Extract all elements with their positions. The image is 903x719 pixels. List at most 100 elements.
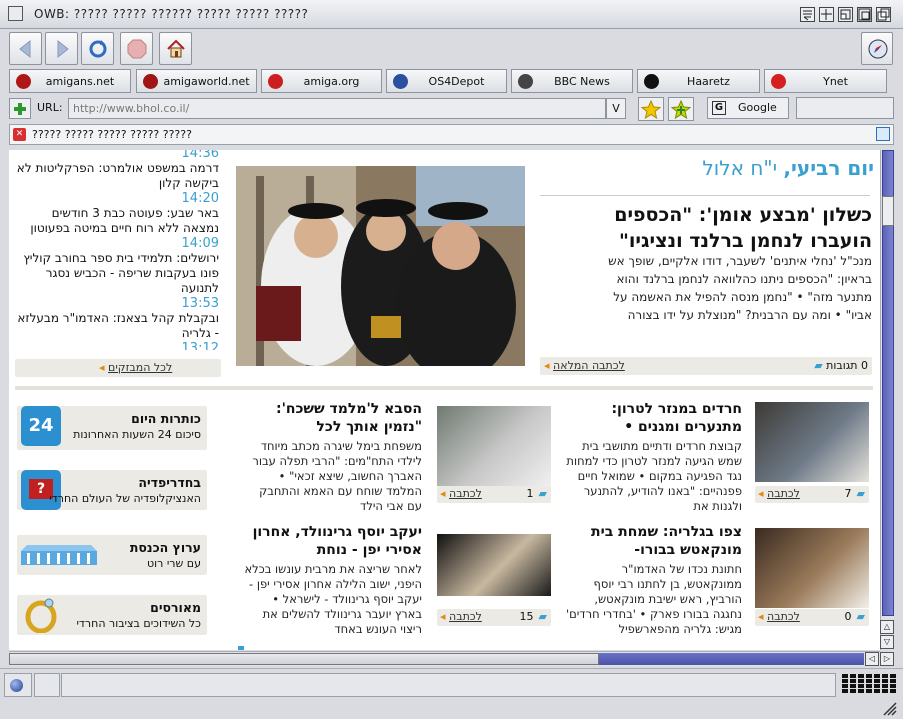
forward-button[interactable] — [45, 32, 78, 65]
bookmark-2[interactable]: amiga.org — [261, 69, 382, 93]
scroll-up-button[interactable]: △ — [880, 620, 894, 634]
url-history-dropdown[interactable]: V — [606, 98, 626, 119]
close-window-button[interactable] — [8, 6, 23, 21]
story-title[interactable]: צפו בגלריה: שמחת בית מונקאטש בבורו- — [564, 523, 742, 559]
knesset-icon — [19, 543, 99, 569]
search-input[interactable] — [796, 97, 894, 119]
story-0[interactable]: חרדים במנזר לטרון: מתנערים ומגנים • קבוצת… — [564, 400, 742, 514]
add-bookmark-button[interactable] — [9, 98, 31, 119]
preferences-button[interactable] — [861, 32, 893, 65]
main-photo[interactable] — [236, 166, 525, 366]
scroll-right-button[interactable]: ▷ — [880, 652, 894, 666]
story-footer: ◂ לכתבה 7 ▰ — [755, 486, 869, 503]
scroll-left-button[interactable]: ◁ — [865, 652, 879, 666]
star-icon — [640, 99, 662, 120]
article-link[interactable]: ◂ לכתבה — [440, 610, 482, 623]
story-1[interactable]: הסבא ל'מלמד ששכח': "נזמין אותך לכל משפחת … — [244, 400, 422, 514]
story-title[interactable]: חרדים במנזר לטרון: מתנערים ומגנים • — [564, 400, 742, 436]
fullarticle-link[interactable]: ◂ לכתבה המלאה — [544, 359, 625, 372]
news-ticker: 14:36 דרמה במשפט אולמרט: הפרקליטות לא ביק… — [15, 150, 219, 350]
horizontal-scrollbar[interactable] — [9, 651, 880, 666]
reload-button[interactable] — [81, 32, 114, 65]
bookmark-6[interactable]: Ynet — [764, 69, 887, 93]
scrollbar-thumb-horizontal[interactable] — [9, 653, 599, 665]
article-link-label: לכתבה — [449, 487, 482, 500]
snapshot-button[interactable] — [819, 7, 834, 22]
story-footer: ◂ לכתבה 0 ▰ — [755, 609, 869, 626]
bookmark-5[interactable]: Haaretz — [637, 69, 760, 93]
article-link-label: לכתבה — [449, 610, 482, 623]
all-news-link[interactable]: ◂ לכל המבזקים — [99, 361, 172, 374]
web-content[interactable]: יום רביעי, י"ח אלול כשלון 'מבצע אומן': "… — [9, 150, 880, 650]
ticker-item[interactable]: ירושלים: תלמידי בית ספר בחורב קוליץ פונו… — [15, 251, 219, 296]
stop-button[interactable] — [120, 32, 153, 65]
comment-bubble-icon: ▰ — [856, 610, 865, 623]
side-box-3[interactable]: מאורסים כל השידוכים בציבור החרדי — [17, 595, 207, 635]
article-line: מחפירה" • ועכשיו דינו של אלקיים מחכה אזה… — [542, 324, 872, 328]
story-photo[interactable] — [755, 402, 869, 482]
bookmark-4[interactable]: BBC News — [511, 69, 633, 93]
home-button[interactable] — [159, 32, 192, 65]
side-box-title: ערוץ הכנסת — [129, 540, 201, 555]
status-row: ✕ ????? ????? ????? ????? ????? — [9, 124, 894, 145]
maximize-button[interactable] — [857, 7, 872, 22]
status-message — [34, 673, 60, 697]
iconify-button[interactable] — [800, 7, 815, 22]
zoom-button[interactable] — [838, 7, 853, 22]
article-link[interactable]: ◂ לכתבה — [440, 487, 482, 500]
article-line: מנכ"ל 'נחלי איתנים' לשעבר, דודו אלקיים, … — [608, 254, 872, 268]
resize-grip-icon[interactable] — [882, 702, 898, 716]
side-box-0[interactable]: 24 כותרות היום סיכום 24 השעות האחרונות — [17, 406, 207, 450]
ticker-footer: ◂ לכל המבזקים — [15, 359, 221, 377]
article-link[interactable]: ◂ לכתבה — [758, 610, 800, 623]
amiga-org-icon — [268, 74, 283, 89]
comment-count: 1 — [526, 487, 534, 500]
story-2[interactable]: צפו בגלריה: שמחת בית מונקאטש בבורו- חתונת… — [564, 523, 742, 637]
new-tab-icon[interactable] — [876, 127, 890, 141]
main-headline-line2: הועברו לנחמן ברלנד ונציגיו" — [619, 230, 872, 252]
vertical-scrollbar[interactable] — [880, 150, 894, 650]
bookmark-label: amigaworld.net — [163, 75, 250, 88]
ticker-time: 13:53 — [181, 296, 219, 311]
url-input[interactable]: http://www.bhol.co.il/ — [68, 98, 606, 119]
story-title[interactable]: הסבא ל'מלמד ששכח': "נזמין אותך לכל — [244, 400, 422, 436]
article-link[interactable]: ◂ לכתבה — [758, 487, 800, 500]
ticker-item[interactable]: דרמה במשפט אולמרט: הפרקליטות לא ביקשה קל… — [15, 161, 219, 191]
chevron-down-icon: V — [612, 102, 620, 115]
story-title[interactable]: יעקב יוסף גרינוולד, אחרון אסירי יפן - נו… — [244, 523, 422, 559]
bookmark-label: OS4Depot — [428, 75, 485, 88]
ticker-item[interactable]: ובקבלת קהל בצאנז: האדמו"ר מבעלזא - גלריה — [15, 311, 219, 341]
depth-button[interactable] — [876, 7, 891, 22]
story-comments[interactable]: 15 ▰ — [520, 610, 547, 623]
side-box-2[interactable]: ערוץ הכנסת עם שרי רוט — [17, 535, 207, 575]
bookmark-3[interactable]: OS4Depot — [386, 69, 507, 93]
tab-title[interactable]: ????? ????? ????? ????? ????? — [32, 128, 192, 141]
back-button[interactable] — [9, 32, 42, 65]
comments-count[interactable]: 0 תגובות ▰ — [814, 359, 868, 372]
bookmark-1[interactable]: amigaworld.net — [136, 69, 257, 93]
side-box-1[interactable]: ? בחדריפדיה האנציקלופדיה של העולם החרדי — [17, 470, 207, 510]
article-link-label: לכתבה — [767, 487, 800, 500]
bookmark-star-button[interactable] — [638, 97, 664, 121]
status-field — [4, 673, 32, 697]
hotlist-button[interactable] — [668, 97, 694, 121]
side-box-subtitle: עם שרי רוט — [147, 557, 201, 570]
bookmark-label: amiga.org — [303, 75, 360, 88]
article-line: מתנער מזה" • "נחמן מנסה להפיל את האשמה ע… — [613, 290, 872, 304]
window-titlebar[interactable]: OWB: ????? ????? ?????? ????? ????? ????… — [0, 0, 903, 29]
story-photo[interactable] — [755, 528, 869, 608]
close-tab-button[interactable]: ✕ — [13, 128, 26, 141]
story-3[interactable]: יעקב יוסף גרינוולד, אחרון אסירי יפן - נו… — [244, 523, 422, 637]
main-headline[interactable]: כשלון 'מבצע אומן': "הכספים הועברו לנחמן … — [552, 202, 872, 254]
story-comments[interactable]: 1 ▰ — [527, 487, 547, 500]
scroll-down-button[interactable]: ▽ — [880, 635, 894, 649]
story-photo[interactable] — [437, 534, 551, 596]
ticker-item[interactable]: באר שבע: פעוטה כבת 3 חודשים נמצאה ללא רו… — [15, 206, 219, 236]
story-photo[interactable] — [437, 406, 551, 486]
search-engine-button[interactable]: G Google — [707, 97, 789, 119]
story-comments[interactable]: 7 ▰ — [845, 487, 865, 500]
bookmark-0[interactable]: amigans.net — [9, 69, 131, 93]
story-comments[interactable]: 0 ▰ — [845, 610, 865, 623]
fullarticle-label: לכתבה המלאה — [553, 359, 625, 372]
24-hours-icon: 24 — [21, 406, 61, 446]
